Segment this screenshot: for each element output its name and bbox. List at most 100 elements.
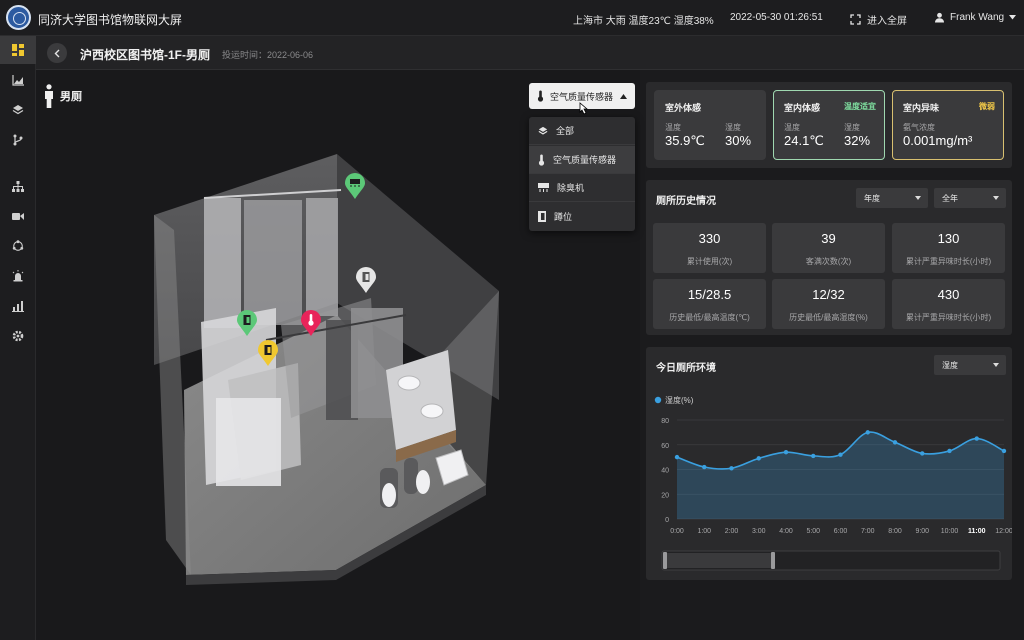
dropdown-option-label: 全部 [556, 126, 575, 136]
legend-marker [654, 396, 662, 404]
air-quality-sensor-pin[interactable] [301, 310, 321, 336]
stat-label: 累计严重异味时长(小时) [905, 313, 992, 322]
x-tick-label: 9:00 [915, 528, 929, 535]
sink-basin-2 [420, 403, 444, 419]
fullscreen-button[interactable]: 进入全屏 [850, 12, 907, 27]
top-bar: 同济大学图书馆物联网大屏 上海市 大雨 温度23℃ 湿度38% 2022-05-… [0, 0, 1024, 36]
dropdown-option-air-quality[interactable]: 空气质量传感器 [529, 146, 635, 174]
app-title: 同济大学图书馆物联网大屏 [38, 13, 183, 27]
gear-icon [12, 330, 24, 342]
university-logo [6, 5, 31, 30]
humidity-chart[interactable]: 湿度(%) 0 20 40 60 80 0:00 1:00 2:00 3:00 4:00 5:00 6:… [646, 387, 1012, 577]
chevron-down-icon [993, 196, 999, 200]
dropdown-option-label: 除臭机 [557, 183, 585, 193]
door-icon [538, 210, 546, 222]
zoom-slider-selection[interactable] [665, 553, 773, 568]
sidebar-item-video[interactable] [0, 202, 36, 230]
x-tick-label: 12:00 [995, 528, 1012, 535]
comfort-badge: 温度适宜 [844, 102, 876, 111]
data-point [838, 452, 843, 457]
dropdown-option-deodorizer[interactable]: 除臭机 [529, 174, 635, 202]
zoom-slider-handle[interactable] [771, 552, 775, 569]
environment-panel: 室外体感 温度 湿度 35.9℃ 30% 室内体感 温度适宜 温度 湿度 24.… [646, 82, 1012, 168]
stall-pin-green[interactable] [237, 310, 257, 336]
chevron-down-icon [1009, 15, 1017, 20]
stat-card: 12/32 历史最低/最高湿度(%) [772, 279, 885, 329]
commission-date: 投运时间：2022-06-06 [222, 50, 314, 60]
data-point [865, 430, 870, 435]
x-tick-label: 8:00 [888, 528, 902, 535]
zoom-slider-handle[interactable] [663, 552, 667, 569]
sidebar-item-alarm[interactable] [0, 262, 36, 290]
x-tick-label: 1:00 [697, 528, 711, 535]
data-point [892, 440, 898, 445]
cubicle-panel-1 [204, 198, 241, 328]
indoor-card: 室内体感 温度适宜 温度 湿度 24.1℃ 32% [773, 90, 885, 160]
sensor-select-value: 空气质量传感器 [550, 91, 614, 102]
metric-select[interactable]: 湿度 [934, 355, 1006, 375]
stat-label: 历史最低/最高温度(℃) [669, 313, 750, 322]
datetime: 2022-05-30 01:26:51 [730, 12, 823, 23]
stat-card: 15/28.5 历史最低/最高温度(℃) [653, 279, 766, 329]
sidebar-item-settings[interactable] [0, 322, 36, 350]
y-tick-label: 0 [665, 517, 669, 524]
bar-chart-icon [12, 300, 24, 312]
dropdown-option-all[interactable]: 全部 [529, 117, 635, 145]
card-title: 室内体感 [784, 103, 821, 113]
x-tick-label: 3:00 [752, 528, 766, 535]
user-menu[interactable]: Frank Wang [934, 12, 1017, 23]
stat-label: 历史最低/最高湿度(%) [789, 313, 868, 322]
user-name: Frank Wang [950, 12, 1005, 23]
ammonia-value: 0.001mg/m³ [903, 133, 973, 148]
odor-card: 室内异味 微弱 氨气浓度 0.001mg/m³ [892, 90, 1004, 160]
temp-label: 温度 [665, 123, 681, 132]
sink-basin-1 [397, 375, 421, 391]
data-point [947, 448, 952, 454]
network-icon [12, 240, 24, 251]
range-select[interactable]: 全年 [934, 188, 1006, 208]
data-point [674, 454, 680, 460]
chevron-up-icon [620, 94, 627, 99]
stat-value: 15/28.5 [687, 287, 732, 302]
outdoor-card: 室外体感 温度 湿度 35.9℃ 30% [654, 90, 766, 160]
y-tick-label: 20 [661, 492, 669, 499]
urinal-divider-2 [404, 458, 418, 494]
x-tick-label: 0:00 [670, 528, 684, 535]
mouse-cursor [579, 102, 589, 115]
cubicle-panel-2 [244, 200, 302, 325]
deodorizer-pin[interactable] [345, 173, 365, 199]
layers-icon [538, 126, 548, 135]
alarm-icon [12, 270, 24, 282]
x-tick-label: 4:00 [779, 528, 793, 535]
x-tick-label: 10:00 [941, 528, 959, 535]
stall-pin-yellow[interactable] [258, 340, 278, 366]
data-point [1001, 448, 1007, 454]
sidebar-item-reports[interactable] [0, 292, 36, 320]
thermometer-icon [538, 154, 545, 166]
sidebar-item-network[interactable] [0, 232, 36, 260]
sidebar-item-org[interactable] [0, 172, 36, 200]
stall-pin-gray[interactable] [356, 267, 376, 293]
range-select-value: 全年 [942, 193, 958, 203]
period-select-value: 年度 [864, 193, 880, 203]
sidebar-item-layers[interactable] [0, 96, 36, 124]
period-select[interactable]: 年度 [856, 188, 928, 208]
card-title: 室外体感 [665, 103, 702, 113]
hierarchy-icon [12, 180, 24, 192]
sidebar-item-dashboard[interactable] [0, 36, 36, 64]
today-panel: 今日厕所环境 湿度 湿度(%) 0 20 40 60 80 0:00 1:00 2:00 3:00… [646, 347, 1012, 580]
humidity-value: 30% [725, 133, 752, 148]
data-point [920, 451, 925, 456]
urinal-1 [382, 483, 396, 507]
y-tick-label: 40 [661, 468, 669, 475]
ammonia-label: 氨气浓度 [903, 123, 935, 132]
humidity-value: 32% [844, 133, 871, 148]
sidebar-item-statistics[interactable] [0, 66, 36, 94]
back-button[interactable] [47, 43, 67, 63]
page-title: 沪西校区图书馆-1F-男厕 [80, 48, 210, 62]
user-icon [935, 12, 944, 23]
x-tick-label: 11:00 [968, 528, 986, 535]
stat-value: 330 [698, 231, 721, 246]
sidebar-item-branch[interactable] [0, 126, 36, 154]
dropdown-option-stall[interactable]: 蹲位 [529, 202, 635, 230]
